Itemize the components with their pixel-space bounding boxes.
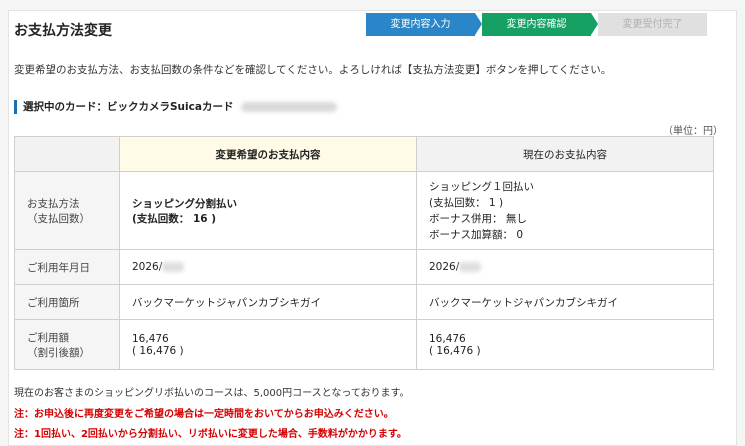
- row-label-date: ご利用年月日: [14, 249, 120, 285]
- redacted-date: [162, 262, 185, 272]
- intro-text: 変更希望のお支払方法、お支払回数の条件などを確認してください。よろしければ【支払…: [14, 64, 612, 76]
- row-label-merchant: ご利用箇所: [14, 284, 120, 320]
- header-current: 現在のお支払内容: [416, 136, 714, 172]
- table-row-method: お支払方法 （支払回数） ショッピング分割払い (支払回数： 16 ) ショッピ…: [14, 171, 714, 250]
- header-corner: [14, 136, 120, 172]
- step-input-label: 変更内容入力: [390, 19, 451, 30]
- row-label-amount: ご利用額 （割引後額）: [14, 319, 120, 370]
- desired-date: 2026/: [119, 249, 417, 285]
- selected-card-label: 選択中のカード：ビックカメラSuicaカード: [23, 101, 234, 113]
- desired-merchant: バックマーケットジャパンカブシキガイ: [119, 284, 417, 320]
- selected-card: 選択中のカード：ビックカメラSuicaカード: [14, 100, 338, 114]
- current-method: ショッピング１回払い (支払回数： 1 ) ボーナス併用： 無し ボーナス加算額…: [416, 171, 714, 250]
- revolving-course-note: 現在のお客さまのショッピングリボ払いのコースは、5,000円コースとなっておりま…: [14, 388, 410, 399]
- table-row-date: ご利用年月日 2026/ 2026/: [14, 249, 714, 285]
- step-confirm-label: 変更内容確認: [506, 19, 567, 30]
- warning-note-2: 注：1回払い、2回払いから分割払い、リボ払いに変更した場合、手数料がかかります。: [14, 429, 407, 440]
- table-row-amount: ご利用額 （割引後額） 16,476 ( 16,476 ) 16,476 ( 1…: [14, 319, 714, 370]
- payment-comparison-table: 変更希望のお支払内容 現在のお支払内容 お支払方法 （支払回数） ショッピング分…: [14, 136, 714, 370]
- current-date: 2026/: [416, 249, 714, 285]
- table-row-merchant: ご利用箇所 バックマーケットジャパンカブシキガイ バックマーケットジャパンカブシ…: [14, 284, 714, 320]
- step-complete-label: 変更受付完了: [622, 19, 683, 30]
- page-title: お支払方法変更: [14, 23, 112, 39]
- row-label-method: お支払方法 （支払回数）: [14, 171, 120, 250]
- desired-amount: 16,476 ( 16,476 ): [119, 319, 417, 370]
- unit-label: （単位：円）: [663, 126, 723, 137]
- table-header-row: 変更希望のお支払内容 現在のお支払内容: [14, 136, 714, 172]
- warning-note-1: 注：お申込後に再度変更をご希望の場合は一定時間をおいてからお申込みください。: [14, 409, 394, 420]
- desired-method: ショッピング分割払い (支払回数： 16 ): [119, 171, 417, 250]
- step-confirm: 変更内容確認: [482, 13, 598, 36]
- redacted-card-number: [241, 102, 338, 112]
- step-input: 変更内容入力: [366, 13, 482, 36]
- current-amount: 16,476 ( 16,476 ): [416, 319, 714, 370]
- step-arrow: [591, 13, 598, 35]
- current-merchant: バックマーケットジャパンカブシキガイ: [416, 284, 714, 320]
- header-desired: 変更希望のお支払内容: [119, 136, 417, 172]
- step-arrow: [475, 13, 482, 35]
- step-complete: 変更受付完了: [598, 13, 707, 36]
- redacted-date: [459, 262, 482, 272]
